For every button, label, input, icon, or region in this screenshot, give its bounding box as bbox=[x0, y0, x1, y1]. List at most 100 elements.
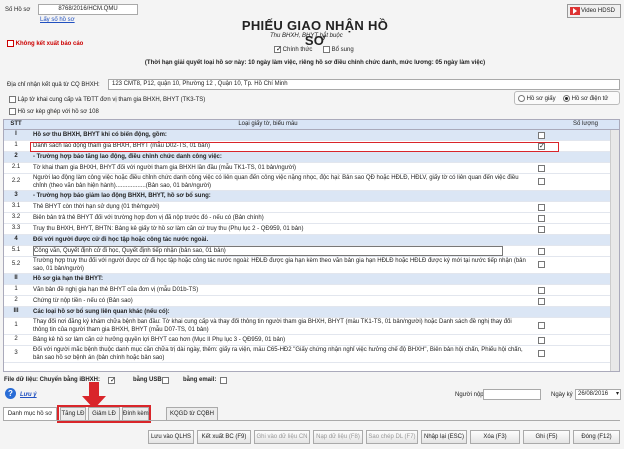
ghi-button[interactable]: Ghi (F5) bbox=[523, 430, 570, 444]
row-text: Bảng kê hồ sơ làm căn cứ hưởng quyền lợi… bbox=[33, 337, 286, 343]
row-checkbox[interactable] bbox=[538, 350, 545, 357]
email-checkbox[interactable] bbox=[220, 377, 227, 384]
section-row[interactable]: 4 Đối với người được cử đi học tập hoặc c… bbox=[4, 235, 619, 246]
row-checkbox[interactable] bbox=[538, 322, 545, 329]
ibhxh-checkbox[interactable]: ✓ bbox=[108, 377, 116, 384]
row-checkbox[interactable] bbox=[538, 226, 545, 233]
table-row[interactable]: 3.3 Truy thu BHXH, BHYT, BHTN: Bảng kê gi… bbox=[4, 224, 619, 235]
dong-button[interactable]: Đóng (F12) bbox=[573, 430, 620, 444]
tab-dinh-kem[interactable]: Đính kèm bbox=[122, 407, 149, 421]
row-checkbox[interactable] bbox=[538, 337, 545, 344]
row-stt: 3.2 bbox=[11, 214, 21, 220]
checkbox-icon bbox=[9, 108, 16, 115]
file-du-lieu-label: File dữ liệu: Chuyển bằng iBHXH: bbox=[4, 377, 101, 383]
section-row[interactable]: III Các loại hồ sơ bổ sung liên quan khác… bbox=[4, 307, 619, 318]
nguoi-nop-input[interactable] bbox=[483, 389, 541, 400]
ho-so-giay-radio[interactable]: Hồ sơ giấy bbox=[518, 95, 556, 102]
section-row[interactable]: 2 - Trường hợp báo tăng lao động, điều ch… bbox=[4, 152, 619, 163]
tab-giam-ld[interactable]: Giảm LĐ bbox=[88, 407, 120, 421]
ngay-ky-input[interactable]: 26/08/2016 ▾ bbox=[575, 389, 621, 400]
address-label: Địa chỉ nhận kết quả từ CQ BHXH: bbox=[7, 82, 100, 88]
table-row[interactable]: 5.1 Công văn, Quyết định cử đi học, Quyết… bbox=[4, 246, 619, 257]
row-checkbox[interactable] bbox=[538, 178, 545, 185]
table-row[interactable]: 1 Văn bản đề nghị gia hạn thẻ BHYT của đơ… bbox=[4, 285, 619, 296]
so-ho-so-input[interactable]: 8768/2016/HCM.QMU bbox=[38, 4, 138, 15]
row-checkbox[interactable] bbox=[538, 165, 545, 172]
row-text: Đối với người được cử đi học tập hoặc cô… bbox=[33, 237, 209, 243]
luu-y-link[interactable]: Lưu ý bbox=[20, 392, 37, 398]
nhap-lai-button[interactable]: Nhập lại (ESC) bbox=[421, 430, 467, 444]
row-text: Văn bản đề nghị gia hạn thẻ BHYT của đơn… bbox=[33, 287, 199, 293]
table-row[interactable]: 2 Chứng từ nộp tiền - nếu có (Bản sao) 0 bbox=[4, 296, 619, 307]
section-row[interactable]: II Hồ sơ gia hạn thẻ BHYT: bbox=[4, 274, 619, 285]
radio-icon bbox=[518, 95, 525, 102]
table-row[interactable]: 1 Thay đổi nơi đăng ký khám chữa bệnh ban… bbox=[4, 318, 619, 335]
table-row[interactable]: 2.2 Người lao động làm công việc hoặc điề… bbox=[4, 174, 619, 191]
row-text: Hồ sơ thu BHXH, BHYT khi có biến động, g… bbox=[33, 132, 167, 138]
row-stt: 1 bbox=[14, 322, 18, 328]
select-all-checkbox[interactable] bbox=[538, 132, 545, 139]
khong-ket-xuat-checkbox[interactable]: Không kết xuất báo cáo bbox=[7, 40, 83, 47]
table-row[interactable]: 3.1 Thẻ BHYT còn thời hạn sử dụng (01 thẻ… bbox=[4, 202, 619, 213]
chevron-down-icon[interactable]: ▾ bbox=[616, 390, 619, 397]
document-grid: STT Loại giấy tờ, biểu mẫu Số lượng I Hồ … bbox=[3, 119, 620, 372]
sao-chep-button[interactable]: Sao chép DL (F7) bbox=[366, 430, 418, 444]
row-text: - Trường hợp báo tăng lao động, điều chỉ… bbox=[33, 154, 222, 160]
row-text: Chứng từ nộp tiền - nếu có (Bản sao) bbox=[33, 298, 133, 304]
ho-so-kep-checkbox[interactable]: Hồ sơ kèp ghép với hồ sơ 108 bbox=[9, 108, 99, 115]
col-soluong-header: Số lượng bbox=[573, 121, 598, 127]
row-stt: 3 bbox=[14, 350, 18, 356]
video-hdsd-button[interactable]: Video HDSD bbox=[567, 4, 621, 18]
row-checkbox[interactable] bbox=[538, 287, 545, 294]
row-checkbox[interactable] bbox=[538, 248, 545, 255]
xoa-button[interactable]: Xóa (F3) bbox=[470, 430, 520, 444]
ghi-du-lieu-cn-button[interactable]: Ghi vào dữ liệu CN bbox=[254, 430, 310, 444]
help-icon[interactable]: ? bbox=[5, 388, 16, 399]
row-checkbox[interactable] bbox=[538, 261, 545, 268]
tab-tang-ld[interactable]: Tăng LĐ bbox=[60, 407, 86, 421]
row-text: Tờ khai tham gia BHXH, BHYT đối với ngườ… bbox=[33, 165, 296, 171]
row-checkbox[interactable] bbox=[538, 204, 545, 211]
bo-sung-checkbox[interactable]: Bổ sung bbox=[323, 46, 354, 53]
table-row[interactable]: 2.1 Tờ khai tham gia BHXH, BHYT đối với n… bbox=[4, 163, 619, 174]
row-stt: 2 bbox=[14, 297, 18, 303]
row-quantity: 0 bbox=[559, 178, 616, 184]
table-row[interactable]: 3.2 Biên bản trả thẻ BHYT đối với trường … bbox=[4, 213, 619, 224]
row-stt: 5.1 bbox=[11, 247, 21, 253]
section-row[interactable]: 3 - Trường hợp báo giảm lao động BHXH, BH… bbox=[4, 191, 619, 202]
luu-qlhs-button[interactable]: Lưu vào QLHS bbox=[148, 430, 194, 444]
usb-label: bằng USB: bbox=[133, 377, 164, 383]
lay-so-ho-so-link[interactable]: Lấy số hồ sơ bbox=[40, 17, 75, 23]
table-row[interactable]: 2 Bảng kê hồ sơ làm căn cứ hưởng quyền lợ… bbox=[4, 335, 619, 346]
ket-xuat-button[interactable]: Kết xuất BC (F9) bbox=[197, 430, 251, 444]
ho-so-dien-tu-radio[interactable]: Hồ sơ điện tử bbox=[563, 95, 608, 102]
table-row[interactable]: 5.2 Trường hợp truy thu đối với người đượ… bbox=[4, 257, 619, 274]
row-text: Công văn, Quyết định cử đi học, Quyết đị… bbox=[33, 246, 503, 256]
deadline-note: (Thời hạn giải quyết loại hồ sơ này: 10 … bbox=[144, 60, 486, 66]
row-stt: 2.1 bbox=[11, 164, 21, 170]
section-row[interactable]: I Hồ sơ thu BHXH, BHYT khi có biến động, … bbox=[4, 130, 619, 141]
lap-to-khai-checkbox[interactable]: Lập tờ khai cung cấp và TĐTT đơn vị tham… bbox=[9, 96, 205, 103]
checkbox-icon bbox=[7, 40, 14, 47]
row-checkbox[interactable] bbox=[538, 298, 545, 305]
row-quantity: 0 bbox=[559, 247, 616, 253]
checkbox-icon bbox=[323, 46, 330, 53]
chinh-thuc-checkbox[interactable]: ✓ Chính thức bbox=[274, 46, 312, 53]
usb-checkbox[interactable] bbox=[162, 377, 169, 384]
nap-du-lieu-button[interactable]: Nạp dữ liệu (F8) bbox=[313, 430, 363, 444]
tab-kqgd[interactable]: KQGD từ CQBH bbox=[166, 407, 218, 421]
row-checkbox[interactable] bbox=[538, 215, 545, 222]
row-stt: III bbox=[13, 308, 19, 314]
address-input[interactable]: 123 CMT8, P12, quận 10, Phường 12 , Quận… bbox=[108, 79, 620, 90]
grid-scrollbar[interactable] bbox=[610, 130, 619, 371]
row-stt: 3.1 bbox=[11, 203, 21, 209]
row-text: Hồ sơ gia hạn thẻ BHYT: bbox=[33, 276, 103, 282]
row-text: Thẻ BHYT còn thời hạn sử dụng (01 thẻ/ng… bbox=[33, 204, 160, 210]
col-loai-header: Loại giấy tờ, biểu mẫu bbox=[238, 121, 298, 127]
page-subtitle: Thu BHXH, BHYT bắt buộc bbox=[270, 33, 343, 39]
row-highlight-box bbox=[30, 142, 559, 152]
table-row[interactable]: 3 Đối với người mắc bệnh thuộc danh mục c… bbox=[4, 346, 619, 363]
row-text: Thay đổi nơi đăng ký khám chữa bệnh ban … bbox=[33, 319, 512, 333]
row-stt: I bbox=[15, 131, 17, 137]
tab-danh-muc-ho-so[interactable]: Danh mục hồ sơ bbox=[3, 407, 57, 421]
